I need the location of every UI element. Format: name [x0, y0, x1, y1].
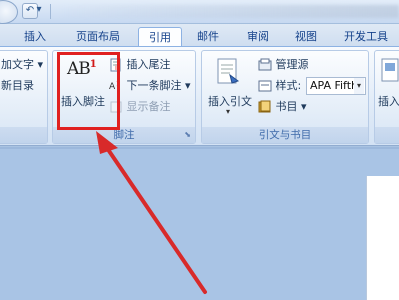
pointer-arrow — [96, 131, 207, 294]
